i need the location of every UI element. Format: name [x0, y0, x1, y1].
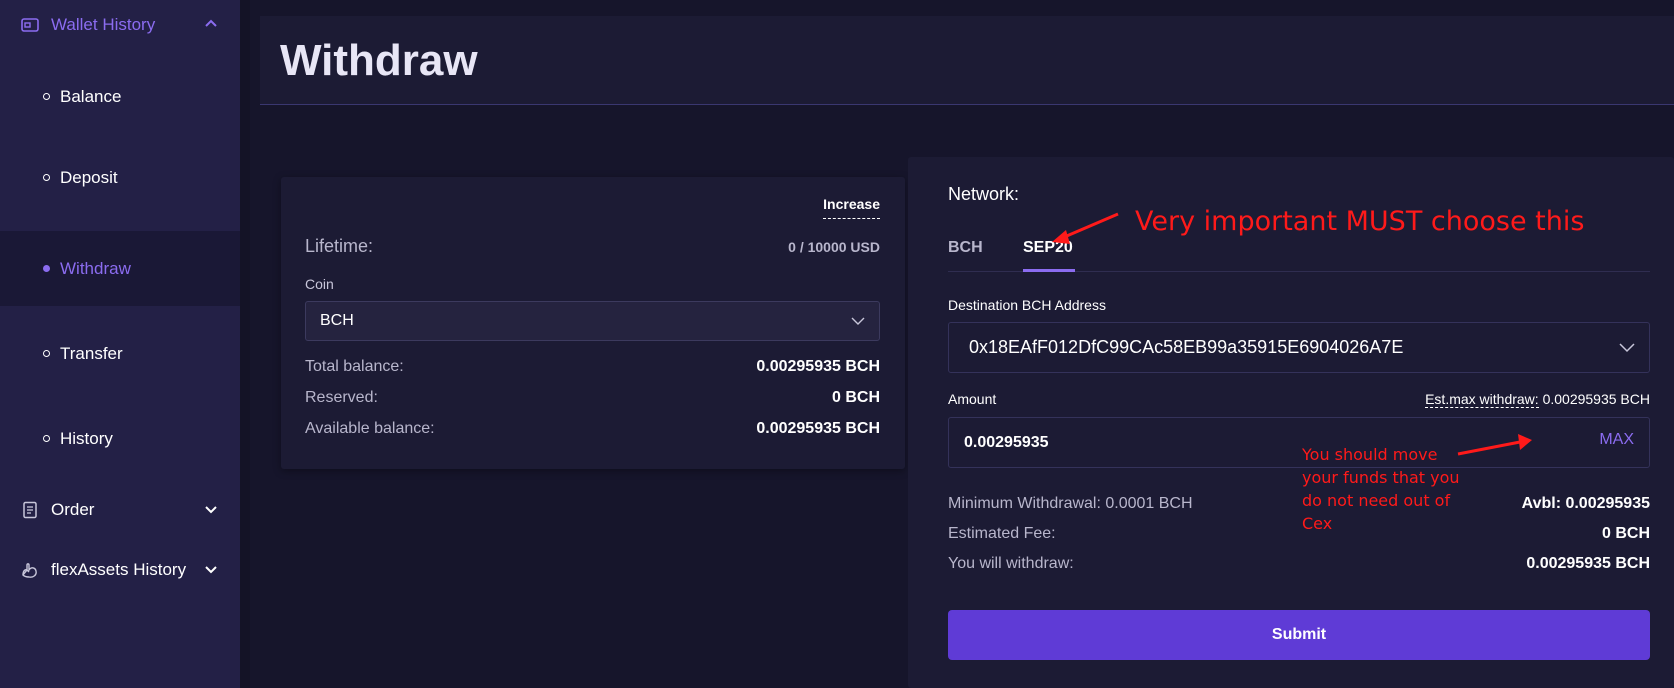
coin-label: Coin	[305, 276, 334, 292]
destination-address-select[interactable]: 0x18EAfF012DfC99CAc58EB99a35915E6904026A…	[948, 322, 1650, 373]
estimated-fee-label: Estimated Fee:	[948, 525, 1056, 542]
sidebar-item-label: History	[60, 428, 113, 448]
bullet-icon	[43, 265, 50, 272]
lifetime-label: Lifetime:	[305, 236, 374, 256]
total-balance-label: Total balance:	[305, 358, 404, 375]
sidebar-item-label: Deposit	[60, 167, 118, 187]
sidebar-group-label: flexAssets History	[51, 560, 187, 579]
tab-bch[interactable]: BCH	[948, 239, 983, 257]
you-will-withdraw-value: 0.00295935 BCH	[1526, 555, 1650, 572]
annotation-max-note: You should move your funds that you do n…	[1302, 445, 1460, 533]
active-tab-indicator	[1023, 269, 1075, 272]
sidebar-group-flexassets-history[interactable]: flexAssets History	[0, 546, 240, 594]
bullet-icon	[43, 435, 50, 442]
coin-selected-value: BCH	[320, 312, 354, 329]
bullet-icon	[43, 350, 50, 357]
sidebar-item-label: Balance	[60, 86, 122, 106]
sidebar-gutter	[240, 0, 250, 688]
sidebar-item-history[interactable]: History	[0, 401, 240, 476]
reserved-value: 0 BCH	[831, 389, 880, 406]
bullet-icon	[43, 93, 50, 100]
submit-button[interactable]: Submit	[948, 610, 1650, 660]
chevron-down-icon[interactable]	[204, 565, 218, 575]
sidebar-item-withdraw[interactable]: Withdraw	[0, 231, 240, 306]
withdraw-limits-card: Increase Lifetime: 0 / 10000 USD Coin BC…	[281, 177, 905, 469]
tab-sep20[interactable]: SEP20	[1023, 239, 1073, 257]
you-will-withdraw-label: You will withdraw:	[948, 555, 1074, 572]
destination-address-value: 0x18EAfF012DfC99CAc58EB99a35915E6904026A…	[969, 337, 1404, 357]
est-max-withdraw: Est.max withdraw: 0.00295935 BCH	[1425, 391, 1650, 408]
chevron-down-icon[interactable]	[204, 505, 218, 515]
est-max-value: 0.00295935 BCH	[1542, 391, 1650, 407]
chevron-down-icon	[851, 317, 865, 325]
sidebar-item-deposit[interactable]: Deposit	[0, 140, 240, 215]
bullet-icon	[43, 174, 50, 181]
sidebar-item-label: Withdraw	[60, 258, 131, 278]
amount-input[interactable]	[948, 417, 1650, 468]
amount-label: Amount	[948, 391, 997, 407]
max-button[interactable]: MAX	[1599, 431, 1634, 449]
available-balance-label: Available balance:	[305, 420, 435, 437]
destination-address-label: Destination BCH Address	[948, 297, 1106, 313]
lifetime-value: 0 / 10000 USD	[788, 239, 880, 255]
reserved-label: Reserved:	[305, 389, 378, 406]
network-label: Network:	[948, 184, 1020, 204]
chevron-up-icon[interactable]	[204, 18, 218, 28]
sidebar: Wallet History Balance Deposit Withdraw …	[0, 0, 240, 688]
sidebar-section-wallet-history[interactable]: Wallet History	[0, 0, 240, 50]
sidebar-item-label: Transfer	[60, 343, 123, 363]
coin-select[interactable]: BCH	[305, 301, 880, 341]
annotation-network-note: Very important MUST choose this	[1135, 206, 1585, 237]
sidebar-item-transfer[interactable]: Transfer	[0, 316, 240, 391]
page-title: Withdraw	[280, 36, 478, 85]
hand-icon	[22, 563, 37, 578]
sidebar-group-label: Order	[51, 500, 95, 519]
sidebar-item-balance[interactable]: Balance	[0, 59, 240, 134]
page-header: Withdraw	[260, 16, 1674, 105]
wallet-icon	[21, 18, 39, 32]
available-balance-value: 0.00295935 BCH	[756, 420, 880, 437]
increase-limit-link[interactable]: Increase	[823, 196, 880, 219]
total-balance-value: 0.00295935 BCH	[756, 358, 880, 375]
sidebar-section-label: Wallet History	[51, 15, 156, 34]
available-amount-text: Avbl: 0.00295935	[1521, 495, 1650, 512]
sidebar-group-order[interactable]: Order	[0, 486, 240, 534]
document-icon	[23, 501, 37, 519]
est-max-label: Est.max withdraw:	[1425, 391, 1539, 408]
estimated-fee-value: 0 BCH	[1601, 525, 1650, 542]
chevron-down-icon	[1619, 343, 1635, 353]
minimum-withdrawal-text: Minimum Withdrawal: 0.0001 BCH	[948, 495, 1193, 512]
